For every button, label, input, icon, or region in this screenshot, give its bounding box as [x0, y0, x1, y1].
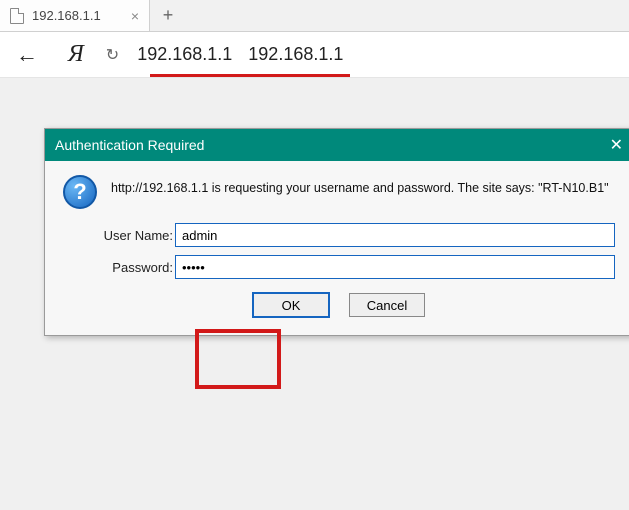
- back-button[interactable]: ←: [8, 38, 46, 72]
- yandex-logo-icon[interactable]: Я: [64, 41, 88, 68]
- username-input[interactable]: [175, 223, 615, 247]
- close-icon[interactable]: ✕: [610, 135, 623, 155]
- address-text-1: 192.168.1.1: [137, 44, 232, 65]
- auth-dialog: Authentication Required ✕ ? http://192.1…: [44, 128, 629, 336]
- dialog-title-bar: Authentication Required ✕: [45, 129, 629, 161]
- password-input[interactable]: [175, 255, 615, 279]
- dialog-message: http://192.168.1.1 is requesting your us…: [111, 175, 609, 195]
- address-text-2: 192.168.1.1: [248, 44, 343, 65]
- question-icon: ?: [63, 175, 97, 209]
- username-label: User Name:: [63, 228, 175, 243]
- highlight-underline: [150, 74, 350, 77]
- close-tab-icon[interactable]: ×: [131, 8, 139, 24]
- cancel-button[interactable]: Cancel: [349, 293, 425, 317]
- tab-title: 192.168.1.1: [32, 8, 101, 23]
- ok-button[interactable]: OK: [253, 293, 329, 317]
- dialog-title-text: Authentication Required: [55, 137, 204, 153]
- dialog-body: ? http://192.168.1.1 is requesting your …: [45, 161, 629, 335]
- tab-bar: 192.168.1.1 × +: [0, 0, 629, 32]
- address-bar[interactable]: 192.168.1.1 192.168.1.1: [137, 44, 343, 65]
- reload-icon[interactable]: ↻: [106, 45, 119, 65]
- password-label: Password:: [63, 260, 175, 275]
- browser-tab[interactable]: 192.168.1.1 ×: [0, 0, 150, 31]
- page-icon: [10, 8, 24, 24]
- new-tab-button[interactable]: +: [150, 0, 186, 31]
- browser-toolbar: ← Я ↻ 192.168.1.1 192.168.1.1: [0, 32, 629, 78]
